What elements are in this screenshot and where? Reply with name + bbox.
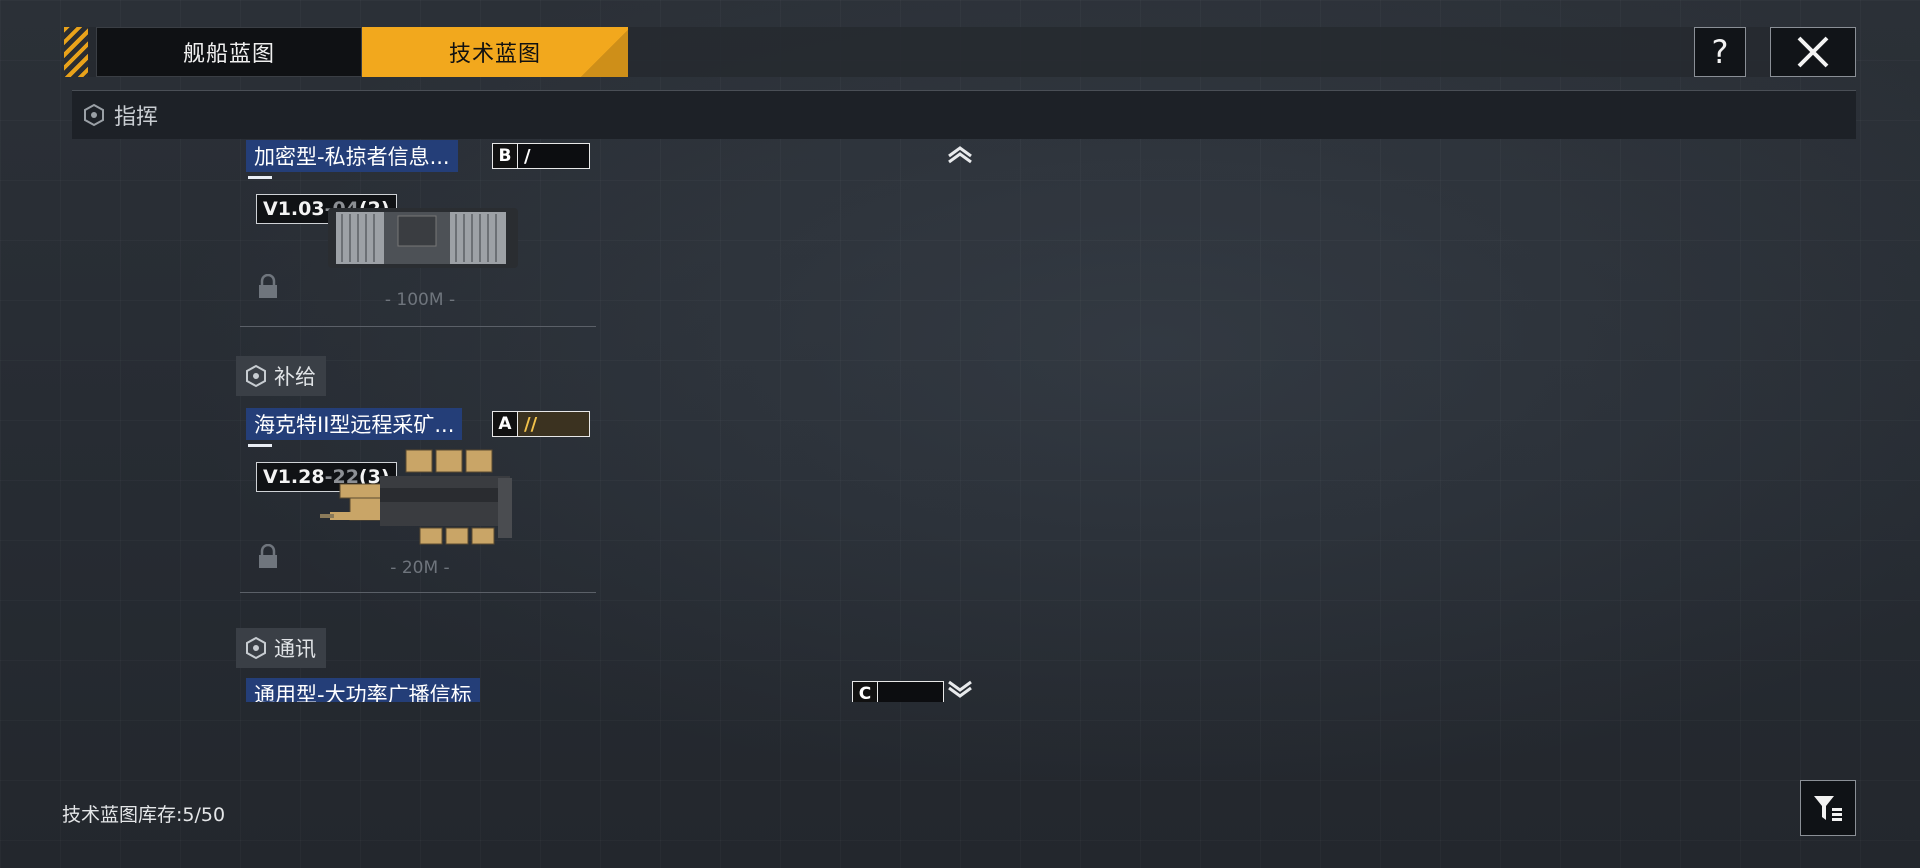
grade-bars: //	[524, 413, 538, 435]
hexagon-icon	[246, 636, 266, 660]
blueprint-card[interactable]: 加密型-私掠者信息... B / V1.03-04(2) - 100M -	[240, 140, 596, 330]
section-title-command: 指挥	[114, 105, 159, 130]
grade-badge: B /	[492, 143, 590, 169]
section-title-supply: 补给	[274, 365, 316, 389]
blueprint-title: 海克特II型远程采矿...	[246, 408, 463, 440]
range-label: - 20M -	[390, 558, 450, 578]
blueprint-list[interactable]: 加密型-私掠者信息... B / V1.03-04(2) - 100M -	[236, 138, 966, 702]
question-mark-icon: ?	[1711, 33, 1729, 71]
card-frame-bottom	[240, 590, 596, 593]
blueprint-card[interactable]: 海克特II型远程采矿... A // V1.28 -22 (3) - 20M -	[240, 408, 596, 598]
close-button[interactable]	[1770, 27, 1856, 77]
blueprint-title: 加密型-私掠者信息...	[246, 140, 458, 172]
grade-letter: A	[493, 412, 518, 436]
scroll-down-icon[interactable]	[945, 680, 975, 700]
grade-badge: A //	[492, 411, 590, 437]
inventory-label: 技术蓝图库存:5/50	[62, 804, 226, 826]
section-header-supply[interactable]: 补给	[236, 356, 326, 396]
close-icon	[1797, 36, 1829, 68]
hexagon-icon	[246, 364, 266, 388]
grade-letter: B	[493, 144, 518, 168]
grade-badge: C	[852, 681, 944, 702]
section-title-comms: 通讯	[274, 637, 316, 661]
section-header-command[interactable]: 指挥	[72, 90, 1856, 139]
title-underline	[248, 444, 272, 447]
grade-bars: /	[524, 145, 531, 167]
hexagon-icon	[84, 103, 104, 127]
blueprint-title: 通用型-大功率广播信标	[246, 678, 480, 702]
tab-tech-blueprint[interactable]: 技术蓝图	[362, 27, 628, 77]
tab-ship-blueprint[interactable]: 舰船蓝图	[96, 27, 362, 77]
title-underline	[248, 176, 272, 179]
lock-icon	[259, 544, 277, 568]
version-main: V1.03	[263, 198, 325, 220]
section-header-comms[interactable]: 通讯	[236, 628, 326, 668]
lock-icon	[259, 274, 277, 298]
blueprint-card[interactable]: 通用型-大功率广播信标 C	[240, 678, 960, 702]
filter-button[interactable]	[1800, 780, 1856, 836]
grade-letter: C	[853, 682, 878, 702]
version-main: V1.28	[263, 466, 325, 488]
module-image	[328, 208, 518, 268]
top-bar-accent-stripe	[64, 27, 88, 77]
filter-icon	[1814, 796, 1842, 821]
card-frame-bottom	[240, 324, 596, 327]
help-button[interactable]: ?	[1694, 27, 1746, 77]
range-label: - 100M -	[384, 290, 456, 310]
module-image	[320, 449, 512, 545]
scroll-up-icon[interactable]	[945, 144, 975, 164]
